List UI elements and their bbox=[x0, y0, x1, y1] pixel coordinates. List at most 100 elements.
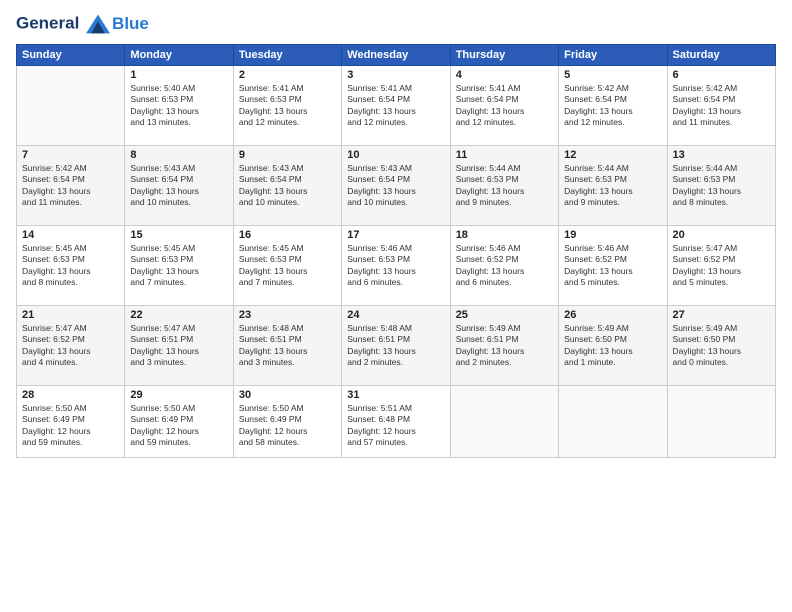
day-info: Sunrise: 5:49 AM Sunset: 6:50 PM Dayligh… bbox=[564, 323, 661, 369]
calendar-cell: 9 Sunrise: 5:43 AM Sunset: 6:54 PM Daylig… bbox=[233, 146, 341, 226]
day-number: 3 bbox=[347, 69, 444, 81]
day-number: 30 bbox=[239, 389, 336, 401]
calendar-cell bbox=[17, 66, 125, 146]
header-cell-friday: Friday bbox=[559, 45, 667, 66]
calendar-cell: 17 Sunrise: 5:46 AM Sunset: 6:53 PM Dayli… bbox=[342, 226, 450, 306]
day-info: Sunrise: 5:44 AM Sunset: 6:53 PM Dayligh… bbox=[564, 163, 661, 209]
day-number: 18 bbox=[456, 229, 553, 241]
day-info: Sunrise: 5:46 AM Sunset: 6:52 PM Dayligh… bbox=[456, 243, 553, 289]
day-number: 28 bbox=[22, 389, 119, 401]
week-row-1: 7Sunrise: 5:42 AM Sunset: 6:54 PM Daylig… bbox=[17, 146, 776, 226]
calendar-cell: 16Sunrise: 5:45 AM Sunset: 6:53 PM Dayli… bbox=[233, 226, 341, 306]
day-number: 12 bbox=[564, 149, 661, 161]
day-info: Sunrise: 5:45 AM Sunset: 6:53 PM Dayligh… bbox=[130, 243, 227, 289]
day-info: Sunrise: 5:41 AM Sunset: 6:54 PM Dayligh… bbox=[456, 83, 553, 129]
day-number: 24 bbox=[347, 309, 444, 321]
day-number: 11 bbox=[456, 149, 553, 161]
header-cell-thursday: Thursday bbox=[450, 45, 558, 66]
day-info: Sunrise: 5:41 AM Sunset: 6:53 PM Dayligh… bbox=[239, 83, 336, 129]
calendar-cell: 30 Sunrise: 5:50 AM Sunset: 6:49 PM Dayli… bbox=[233, 386, 341, 458]
day-info: Sunrise: 5:41 AM Sunset: 6:54 PM Dayligh… bbox=[347, 83, 444, 129]
day-info: Sunrise: 5:48 AM Sunset: 6:51 PM Dayligh… bbox=[347, 323, 444, 369]
day-info: Sunrise: 5:50 AM Sunset: 6:49 PM Dayligh… bbox=[239, 403, 336, 449]
day-number: 9 bbox=[239, 149, 336, 161]
day-number: 10 bbox=[347, 149, 444, 161]
day-number: 1 bbox=[130, 69, 227, 81]
day-number: 13 bbox=[673, 149, 770, 161]
calendar-cell: 19Sunrise: 5:46 AM Sunset: 6:52 PM Dayli… bbox=[559, 226, 667, 306]
calendar-cell: 24 Sunrise: 5:48 AM Sunset: 6:51 PM Dayli… bbox=[342, 306, 450, 386]
calendar-cell: 12 Sunrise: 5:44 AM Sunset: 6:53 PM Dayli… bbox=[559, 146, 667, 226]
day-number: 26 bbox=[564, 309, 661, 321]
day-info: Sunrise: 5:50 AM Sunset: 6:49 PM Dayligh… bbox=[22, 403, 119, 449]
calendar-cell: 18 Sunrise: 5:46 AM Sunset: 6:52 PM Dayli… bbox=[450, 226, 558, 306]
day-info: Sunrise: 5:43 AM Sunset: 6:54 PM Dayligh… bbox=[239, 163, 336, 209]
day-number: 15 bbox=[130, 229, 227, 241]
calendar-cell: 7Sunrise: 5:42 AM Sunset: 6:54 PM Daylig… bbox=[17, 146, 125, 226]
header-cell-wednesday: Wednesday bbox=[342, 45, 450, 66]
day-number: 25 bbox=[456, 309, 553, 321]
calendar-cell: 13 Sunrise: 5:44 AM Sunset: 6:53 PM Dayli… bbox=[667, 146, 775, 226]
calendar-cell: 28 Sunrise: 5:50 AM Sunset: 6:49 PM Dayli… bbox=[17, 386, 125, 458]
day-number: 14 bbox=[22, 229, 119, 241]
calendar-cell: 25 Sunrise: 5:49 AM Sunset: 6:51 PM Dayli… bbox=[450, 306, 558, 386]
day-info: Sunrise: 5:50 AM Sunset: 6:49 PM Dayligh… bbox=[130, 403, 227, 449]
day-number: 19 bbox=[564, 229, 661, 241]
calendar-cell: 8 Sunrise: 5:43 AM Sunset: 6:54 PM Daylig… bbox=[125, 146, 233, 226]
day-info: Sunrise: 5:43 AM Sunset: 6:54 PM Dayligh… bbox=[347, 163, 444, 209]
day-info: Sunrise: 5:44 AM Sunset: 6:53 PM Dayligh… bbox=[673, 163, 770, 209]
calendar-cell bbox=[559, 386, 667, 458]
day-info: Sunrise: 5:49 AM Sunset: 6:50 PM Dayligh… bbox=[673, 323, 770, 369]
day-number: 8 bbox=[130, 149, 227, 161]
calendar-cell: 27 Sunrise: 5:49 AM Sunset: 6:50 PM Dayli… bbox=[667, 306, 775, 386]
page: General Blue SundayMondayTuesdayWednesda… bbox=[0, 0, 792, 612]
week-row-4: 28 Sunrise: 5:50 AM Sunset: 6:49 PM Dayli… bbox=[17, 386, 776, 458]
calendar-cell: 22Sunrise: 5:47 AM Sunset: 6:51 PM Dayli… bbox=[125, 306, 233, 386]
day-info: Sunrise: 5:40 AM Sunset: 6:53 PM Dayligh… bbox=[130, 83, 227, 129]
calendar-cell: 29 Sunrise: 5:50 AM Sunset: 6:49 PM Dayli… bbox=[125, 386, 233, 458]
day-number: 21 bbox=[22, 309, 119, 321]
day-number: 27 bbox=[673, 309, 770, 321]
day-info: Sunrise: 5:51 AM Sunset: 6:48 PM Dayligh… bbox=[347, 403, 444, 449]
day-info: Sunrise: 5:45 AM Sunset: 6:53 PM Dayligh… bbox=[22, 243, 119, 289]
calendar-cell: 20 Sunrise: 5:47 AM Sunset: 6:52 PM Dayli… bbox=[667, 226, 775, 306]
day-number: 29 bbox=[130, 389, 227, 401]
header-cell-tuesday: Tuesday bbox=[233, 45, 341, 66]
header-cell-sunday: Sunday bbox=[17, 45, 125, 66]
day-info: Sunrise: 5:43 AM Sunset: 6:54 PM Dayligh… bbox=[130, 163, 227, 209]
day-number: 20 bbox=[673, 229, 770, 241]
day-number: 5 bbox=[564, 69, 661, 81]
logo: General Blue bbox=[16, 12, 149, 36]
day-info: Sunrise: 5:45 AM Sunset: 6:53 PM Dayligh… bbox=[239, 243, 336, 289]
calendar-cell: 3 Sunrise: 5:41 AM Sunset: 6:54 PM Daylig… bbox=[342, 66, 450, 146]
header: General Blue bbox=[16, 12, 776, 36]
calendar-cell: 31 Sunrise: 5:51 AM Sunset: 6:48 PM Dayli… bbox=[342, 386, 450, 458]
day-info: Sunrise: 5:49 AM Sunset: 6:51 PM Dayligh… bbox=[456, 323, 553, 369]
calendar-body: 1 Sunrise: 5:40 AM Sunset: 6:53 PM Daylig… bbox=[17, 66, 776, 458]
day-info: Sunrise: 5:48 AM Sunset: 6:51 PM Dayligh… bbox=[239, 323, 336, 369]
calendar-cell: 26 Sunrise: 5:49 AM Sunset: 6:50 PM Dayli… bbox=[559, 306, 667, 386]
calendar-header-row: SundayMondayTuesdayWednesdayThursdayFrid… bbox=[17, 45, 776, 66]
header-cell-monday: Monday bbox=[125, 45, 233, 66]
calendar-cell: 2Sunrise: 5:41 AM Sunset: 6:53 PM Daylig… bbox=[233, 66, 341, 146]
day-number: 4 bbox=[456, 69, 553, 81]
day-info: Sunrise: 5:47 AM Sunset: 6:52 PM Dayligh… bbox=[22, 323, 119, 369]
day-number: 17 bbox=[347, 229, 444, 241]
day-info: Sunrise: 5:42 AM Sunset: 6:54 PM Dayligh… bbox=[564, 83, 661, 129]
day-number: 31 bbox=[347, 389, 444, 401]
calendar-cell bbox=[450, 386, 558, 458]
day-info: Sunrise: 5:47 AM Sunset: 6:52 PM Dayligh… bbox=[673, 243, 770, 289]
week-row-2: 14 Sunrise: 5:45 AM Sunset: 6:53 PM Dayli… bbox=[17, 226, 776, 306]
calendar-cell: 4 Sunrise: 5:41 AM Sunset: 6:54 PM Daylig… bbox=[450, 66, 558, 146]
calendar-cell: 1 Sunrise: 5:40 AM Sunset: 6:53 PM Daylig… bbox=[125, 66, 233, 146]
day-number: 6 bbox=[673, 69, 770, 81]
calendar-cell: 11Sunrise: 5:44 AM Sunset: 6:53 PM Dayli… bbox=[450, 146, 558, 226]
week-row-3: 21 Sunrise: 5:47 AM Sunset: 6:52 PM Dayli… bbox=[17, 306, 776, 386]
day-number: 23 bbox=[239, 309, 336, 321]
day-info: Sunrise: 5:42 AM Sunset: 6:54 PM Dayligh… bbox=[673, 83, 770, 129]
logo-general: General bbox=[16, 13, 79, 32]
day-number: 22 bbox=[130, 309, 227, 321]
week-row-0: 1 Sunrise: 5:40 AM Sunset: 6:53 PM Daylig… bbox=[17, 66, 776, 146]
day-info: Sunrise: 5:46 AM Sunset: 6:53 PM Dayligh… bbox=[347, 243, 444, 289]
calendar-cell bbox=[667, 386, 775, 458]
